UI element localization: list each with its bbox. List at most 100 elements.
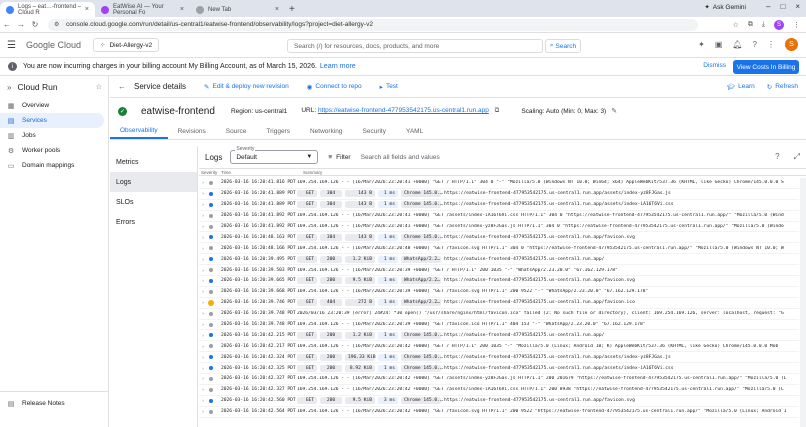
expand-chevron-icon[interactable]: › <box>199 376 207 381</box>
expand-chevron-icon[interactable]: › <box>199 246 207 251</box>
log-row[interactable]: › 2026-03-16 16:20:39.748 PDT 2026/03/16 2… <box>199 309 799 320</box>
tab-triggers[interactable]: Triggers <box>256 124 300 139</box>
obs-slos[interactable]: SLOs <box>110 192 197 212</box>
open-external-icon[interactable]: ⤢ <box>794 152 800 162</box>
project-picker[interactable]: ⁘ Diet-Allergy-v2 <box>93 38 160 52</box>
forward-icon[interactable]: → <box>14 20 28 29</box>
log-row[interactable]: › 2026-03-16 16:20:39.748 PDT 169.254.169.… <box>199 320 799 331</box>
tab-yaml[interactable]: YAML <box>396 124 433 139</box>
more-icon[interactable]: ⋮ <box>767 40 775 49</box>
learn-button[interactable]: 🎓︎ Learn <box>727 83 755 91</box>
edit-scaling-icon[interactable]: ✎ <box>611 107 617 115</box>
log-row[interactable]: › 2026-03-16 16:20:42.325 PDT GET 200 8.92 K… <box>199 363 799 375</box>
browser-tab-new[interactable]: New Tab × <box>190 2 285 17</box>
ask-gemini-button[interactable]: ✦ Ask Gemini <box>704 3 746 12</box>
site-info-icon[interactable]: ⚙ <box>54 21 59 28</box>
tab-source[interactable]: Source <box>216 124 257 139</box>
test-button[interactable]: ▸ Test <box>380 83 398 91</box>
log-row[interactable]: › 2026-03-16 16:20:39.495 PDT GET 200 1.2 Ki… <box>199 254 799 266</box>
log-row[interactable]: › 2026-03-16 16:20:42.217 PDT 169.254.169.… <box>199 341 799 353</box>
pin-icon[interactable]: ☆ <box>96 83 102 91</box>
expand-chevron-icon[interactable]: › <box>199 355 207 360</box>
expand-chevron-icon[interactable]: › <box>199 191 207 196</box>
log-row[interactable]: › 2026-03-16 16:20:42.324 PDT GET 200 196.33… <box>199 352 799 364</box>
expand-chevron-icon[interactable]: › <box>199 257 207 262</box>
expand-chevron-icon[interactable]: › <box>199 333 207 338</box>
expand-chevron-icon[interactable]: › <box>199 366 207 371</box>
close-tab-icon[interactable]: × <box>180 6 184 13</box>
gemini-icon[interactable]: ✦ <box>698 40 705 49</box>
log-row[interactable]: › 2026-03-16 16:20:39.665 PDT GET 200 9.5 Ki… <box>199 276 799 287</box>
connect-repo-button[interactable]: ◉ Connect to repo <box>307 83 362 91</box>
view-costs-button[interactable]: View Costs In Billing <box>733 60 799 74</box>
search-button[interactable]: ⌕ Search <box>545 39 581 53</box>
tab-security[interactable]: Security <box>353 124 396 139</box>
expand-chevron-icon[interactable]: › <box>199 213 207 218</box>
edit-deploy-button[interactable]: ✎ Edit & deploy new revision <box>204 83 289 91</box>
expand-chevron-icon[interactable]: › <box>199 398 207 403</box>
url-field[interactable]: ⚙ console.cloud.google.com/run/detail/us… <box>48 18 698 31</box>
menu-hamburger-icon[interactable]: ☰ <box>7 40 16 51</box>
extensions-icon[interactable]: ⧉ <box>748 21 753 29</box>
release-notes-link[interactable]: ▤ Release Notes <box>0 396 109 411</box>
expand-chevron-icon[interactable]: › <box>199 224 207 229</box>
expand-chevron-icon[interactable]: › <box>199 180 207 185</box>
sidebar-item-services[interactable]: ▤ Services <box>0 113 104 128</box>
downloads-icon[interactable]: ⤓ <box>762 21 765 29</box>
log-row[interactable]: › 2026-03-16 16:20:39.746 PDT GET 404 272 B1… <box>199 298 799 309</box>
browser-menu-icon[interactable]: ⋮ <box>793 21 800 29</box>
cloud-shell-icon[interactable]: ▣ <box>715 40 723 49</box>
copy-icon[interactable]: ⧉ <box>495 107 500 114</box>
expand-chevron-icon[interactable]: › <box>199 387 207 392</box>
dismiss-button[interactable]: Dismiss <box>703 62 726 69</box>
expand-chevron-icon[interactable]: › <box>199 268 207 273</box>
help-icon[interactable]: ? <box>753 40 757 49</box>
service-url-link[interactable]: https://eatwise-frontend-477953542175.us… <box>318 107 489 114</box>
log-row[interactable]: › 2026-03-16 16:20:41.889 PDT GET 304 143 B1… <box>199 200 799 211</box>
expand-chevron-icon[interactable]: › <box>199 311 207 316</box>
close-tab-icon[interactable]: × <box>85 6 89 13</box>
new-tab-icon[interactable]: + <box>289 2 295 17</box>
expand-chevron-icon[interactable]: › <box>199 278 207 283</box>
obs-metrics[interactable]: Metrics <box>110 152 197 172</box>
tab-observability[interactable]: Observability <box>110 124 168 139</box>
browser-tab-eatwise[interactable]: EatWise AI — Your Personal Fo × <box>95 2 190 17</box>
log-row[interactable]: › 2026-03-16 16:20:48.163 PDT GET 304 143 B1… <box>199 232 799 244</box>
close-tab-icon[interactable]: × <box>275 6 279 13</box>
log-row[interactable]: › 2026-03-16 16:20:41.889 PDT GET 304 143 B1… <box>199 189 799 200</box>
obs-errors[interactable]: Errors <box>110 212 197 232</box>
learn-more-link[interactable]: Learn more <box>320 63 356 70</box>
tab-networking[interactable]: Networking <box>300 124 353 139</box>
expand-chevron-icon[interactable]: › <box>199 322 207 327</box>
minimize-icon[interactable]: – <box>766 2 770 11</box>
log-row[interactable]: › 2026-03-16 16:20:41.816 PDT 169.254.169.… <box>199 178 799 189</box>
severity-select[interactable]: Severity Default ▼ <box>230 146 319 164</box>
tab-revisions[interactable]: Revisions <box>168 124 216 139</box>
log-row[interactable]: › 2026-03-16 16:20:42.327 PDT 169.254.169.… <box>199 385 799 396</box>
filter-input[interactable]: ≡ Filter Search all fields and values <box>328 154 439 161</box>
notifications-icon[interactable]: 🔔︎ <box>732 40 742 49</box>
maximize-icon[interactable]: □ <box>780 2 785 11</box>
expand-chevron-icon[interactable]: › <box>199 235 207 240</box>
log-row[interactable]: › 2026-03-16 16:20:42.215 PDT GET 200 1.2 Ki… <box>199 330 799 342</box>
search-input[interactable]: Search (/) for resources, docs, products… <box>287 39 543 53</box>
close-window-icon[interactable]: × <box>795 2 800 11</box>
back-icon[interactable]: ← <box>0 20 14 29</box>
account-avatar[interactable]: S <box>785 38 798 51</box>
back-arrow-icon[interactable]: ← <box>118 82 126 91</box>
log-row[interactable]: › 2026-03-16 16:20:42.564 PDT 169.254.169.… <box>199 407 799 418</box>
refresh-button[interactable]: ↻ Refresh <box>767 83 798 91</box>
log-row[interactable]: › 2026-03-16 16:20:41.892 PDT 169.254.169.… <box>199 222 799 233</box>
log-row[interactable]: › 2026-03-16 16:20:48.166 PDT 169.254.169.… <box>199 243 799 255</box>
browser-tab-logs[interactable]: Logs – eat…-frontend – Cloud R × <box>0 2 95 17</box>
logs-scrollbar[interactable] <box>800 178 806 427</box>
log-row[interactable]: › 2026-03-16 16:20:39.503 PDT 169.254.169.… <box>199 265 799 277</box>
log-row[interactable]: › 2026-03-16 16:20:39.668 PDT 169.254.169.… <box>199 287 799 298</box>
obs-logs[interactable]: Logs <box>110 172 197 192</box>
expand-chevron-icon[interactable]: › <box>199 289 207 294</box>
profile-avatar[interactable]: S <box>774 20 784 30</box>
help-circle-icon[interactable]: ? <box>775 152 779 162</box>
expand-chevron-icon[interactable]: › <box>199 202 207 207</box>
sidebar-item-jobs[interactable]: ▥ Jobs <box>0 128 108 143</box>
bookmark-star-icon[interactable]: ☆ <box>733 21 739 29</box>
